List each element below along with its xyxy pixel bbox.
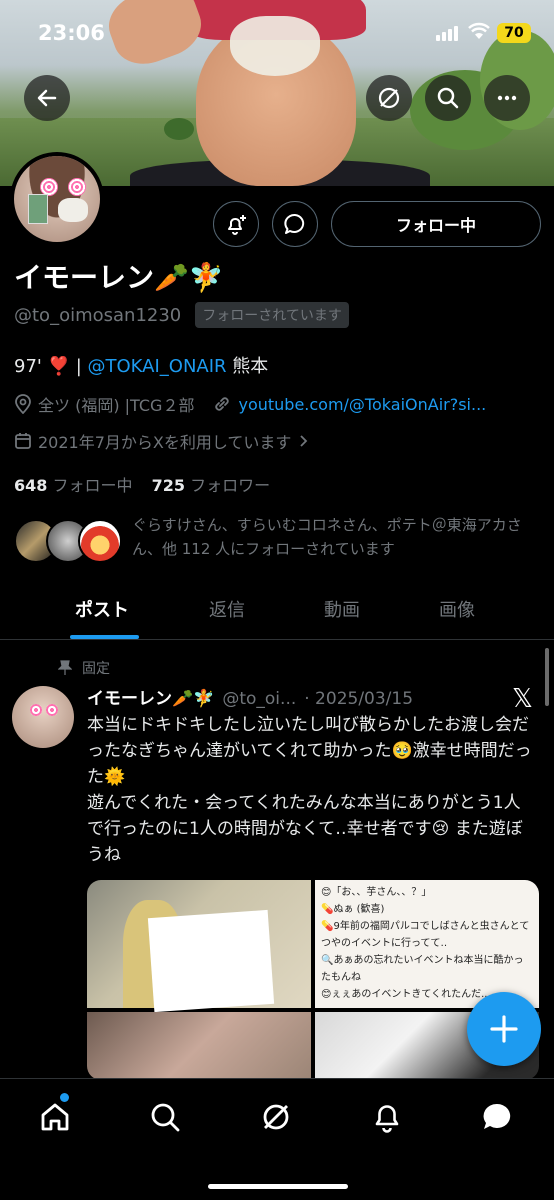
avatar-eye xyxy=(30,704,42,716)
known-follower-avatar xyxy=(78,519,122,563)
status-time: 23:06 xyxy=(38,21,105,45)
media-note-line: 🔍あぁあの忘れたいイベントね本当に酷かったもんね xyxy=(321,955,524,983)
home-icon xyxy=(41,1103,69,1131)
joined-row[interactable]: 2021年7月からXを利用しています xyxy=(14,429,311,453)
media-note-line: 💊9年前の福岡パルコでしばさんと虫さんとてつやのイベントに行ってて‥ xyxy=(321,921,530,949)
nav-grok[interactable] xyxy=(256,1097,296,1137)
follow-counts: 648 フォロー中 725 フォロワー xyxy=(14,472,270,496)
search-button[interactable] xyxy=(425,75,471,121)
message-icon xyxy=(483,1103,511,1129)
image-paper xyxy=(147,909,275,1013)
pinned-label: 固定 xyxy=(58,658,110,678)
chevron-right-icon xyxy=(300,435,308,447)
back-button[interactable] xyxy=(24,75,70,121)
avatar-eye xyxy=(46,704,58,716)
bio-mention-link[interactable]: @TOKAI_ONAIR xyxy=(88,356,227,377)
following-count-link[interactable]: 648 フォロー中 xyxy=(14,476,133,495)
x-logo-icon: 𝕏 xyxy=(512,684,533,714)
wifi-icon xyxy=(468,22,490,45)
message-button[interactable] xyxy=(272,201,318,247)
post-image-3[interactable] xyxy=(87,1012,311,1080)
pinned-text: 固定 xyxy=(82,661,110,677)
followers-count: 725 xyxy=(151,476,186,495)
handle-row: @to_oimosan1230 フォローされています xyxy=(14,302,349,328)
nav-home[interactable] xyxy=(35,1097,75,1137)
nav-messages[interactable] xyxy=(477,1097,517,1137)
active-tab-indicator xyxy=(70,635,139,639)
signal-icon xyxy=(436,25,460,41)
bio-suffix: 熊本 xyxy=(226,356,269,377)
battery-indicator: 70 xyxy=(497,23,531,43)
bottom-navigation xyxy=(0,1078,554,1200)
post-image-2[interactable]: 😊「お、、芋さん、、？」 💊ぬぁ (歓喜) 💊9年前の福岡パルコでしばさんと虫さ… xyxy=(315,880,539,1008)
avatar-mask xyxy=(58,198,88,222)
home-indicator xyxy=(208,1184,348,1189)
avatar-card xyxy=(28,194,48,224)
post-author-name[interactable]: イモーレン🥕🧚 xyxy=(87,684,214,709)
link-icon xyxy=(215,397,230,411)
post-image-1[interactable] xyxy=(87,880,311,1013)
more-icon xyxy=(497,95,517,101)
profile-website-link[interactable]: youtube.com/@TokaiOnAir?si... xyxy=(238,395,486,414)
post-author-avatar[interactable] xyxy=(12,686,74,748)
tab-posts[interactable]: ポスト xyxy=(75,596,129,622)
compose-button[interactable] xyxy=(467,992,541,1066)
more-button[interactable] xyxy=(484,75,530,121)
profile-avatar[interactable] xyxy=(10,152,104,246)
profile-bio: 97' ❣️ | @TOKAI_ONAIR 熊本 xyxy=(14,352,268,378)
home-notification-dot xyxy=(60,1093,69,1102)
media-note-line: 😊「お、、芋さん、、？」 xyxy=(321,887,432,898)
status-bar: 23:06 70 xyxy=(0,0,554,62)
avatar-hair xyxy=(14,156,100,242)
bell-plus-icon xyxy=(228,215,246,235)
post-media-grid[interactable]: 😊「お、、芋さん、、？」 💊ぬぁ (歓喜) 💊9年前の福岡パルコでしばさんと虫さ… xyxy=(87,880,539,1080)
avatar-eye xyxy=(68,178,86,196)
bell-icon xyxy=(375,1105,399,1133)
following-label: フォロー中 xyxy=(52,476,133,495)
plus-icon xyxy=(490,1015,518,1043)
nav-search[interactable] xyxy=(145,1097,185,1137)
known-followers-text: ぐらすけさん、すらいむコロネさん、ポテト＠東海アカさん、他 112 人にフォロー… xyxy=(132,516,522,558)
tab-images[interactable]: 画像 xyxy=(439,596,475,622)
search-icon xyxy=(437,87,459,109)
followers-label: フォロワー xyxy=(190,476,271,495)
profile-meta-row: 全ツ (福岡) |TCG２部 youtube.com/@TokaiOnAir?s… xyxy=(14,392,486,416)
followers-count-link[interactable]: 725 フォロワー xyxy=(152,476,271,495)
banner-tree xyxy=(164,118,194,140)
media-note-line: 💊ぬぁ (歓喜) xyxy=(321,904,385,915)
post-text[interactable]: 本当にドキドキしたし泣いたし叫び散らかしたお渡し会だったなぎちゃん達がいてくれて… xyxy=(87,712,537,868)
calendar-icon xyxy=(15,433,31,449)
grok-button[interactable] xyxy=(366,75,412,121)
grok-icon xyxy=(263,1104,289,1130)
search-icon xyxy=(151,1103,180,1132)
location-pin-icon xyxy=(15,394,31,414)
profile-location: 全ツ (福岡) |TCG２部 xyxy=(38,396,195,415)
post-author-handle[interactable]: @to_oi... xyxy=(222,689,296,709)
profile-joined: 2021年7月からXを利用しています xyxy=(38,433,292,452)
profile-handle: @to_oimosan1230 xyxy=(14,304,182,326)
tab-videos[interactable]: 動画 xyxy=(324,596,360,622)
following-button[interactable]: フォロー中 xyxy=(331,201,541,247)
profile-name: イモーレン🥕🧚 xyxy=(14,261,224,294)
grok-icon xyxy=(378,87,400,109)
post-date[interactable]: · 2025/03/15 xyxy=(304,689,413,709)
bio-prefix: 97' ❣️ | xyxy=(14,356,88,377)
nav-notifications[interactable] xyxy=(367,1097,407,1137)
tab-replies[interactable]: 返信 xyxy=(209,596,245,622)
post-header: イモーレン🥕🧚 @to_oi... · 2025/03/15 xyxy=(87,684,413,709)
scrollbar[interactable] xyxy=(545,648,549,706)
notify-button[interactable] xyxy=(213,201,259,247)
arrow-left-icon xyxy=(37,89,57,107)
message-bubble-icon xyxy=(284,214,305,234)
follows-you-badge: フォローされています xyxy=(195,302,349,328)
profile-tabs: ポスト 返信 動画 画像 xyxy=(0,584,554,640)
following-count: 648 xyxy=(14,476,48,495)
pin-icon xyxy=(58,660,72,675)
known-followers[interactable]: ぐらすけさん、すらいむコロネさん、ポテト＠東海アカさん、他 112 人にフォロー… xyxy=(14,513,554,573)
